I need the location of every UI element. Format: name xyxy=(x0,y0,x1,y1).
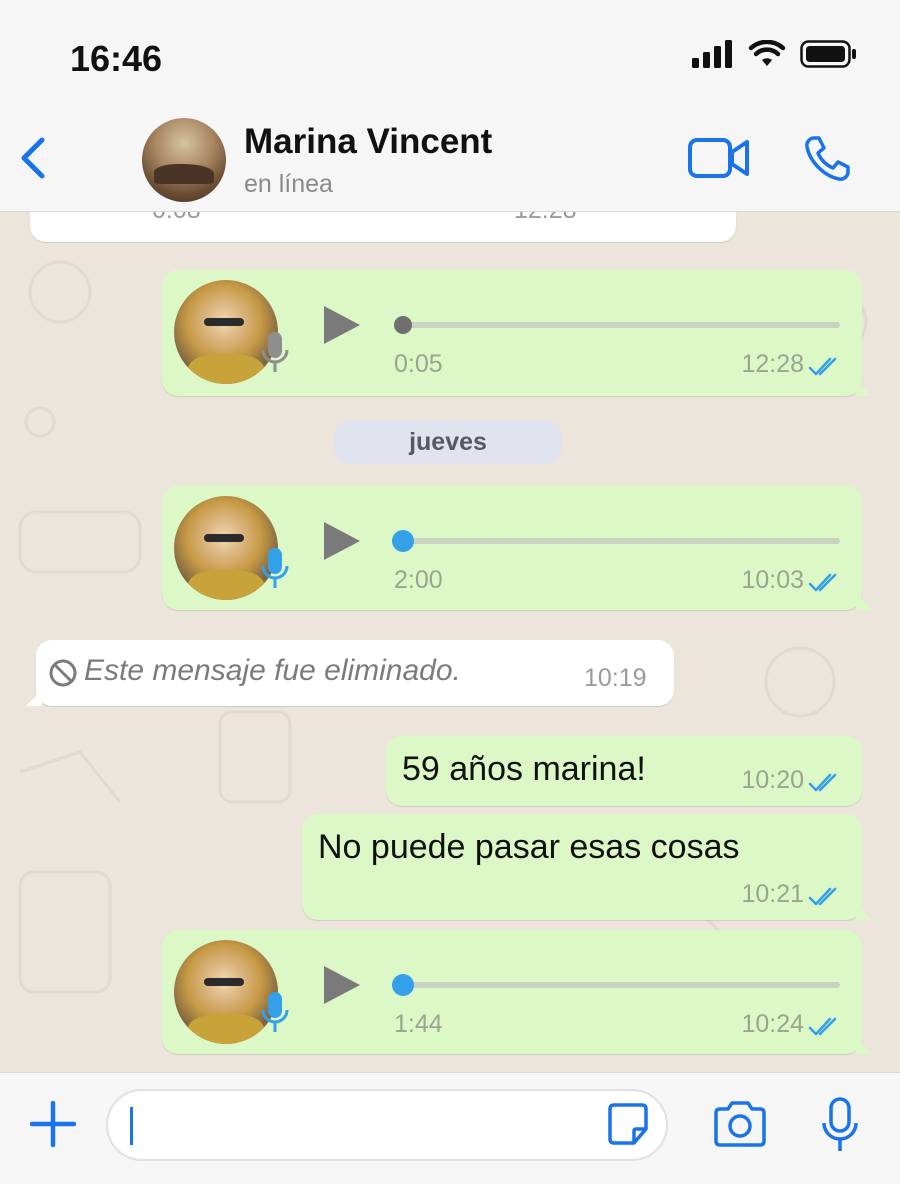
audio-progress-track[interactable] xyxy=(402,538,840,544)
message-time: 12:28 xyxy=(741,350,804,378)
microphone-icon xyxy=(261,992,289,1032)
voice-duration: 2:00 xyxy=(394,566,443,594)
double-check-icon xyxy=(808,357,837,376)
partial-duration: 0:08 xyxy=(152,212,201,225)
play-icon[interactable] xyxy=(322,304,362,346)
wifi-icon xyxy=(748,40,786,66)
double-check-icon xyxy=(808,773,837,792)
status-bar: 16:46 xyxy=(0,0,900,100)
message-time: 10:03 xyxy=(741,566,804,594)
double-check-icon xyxy=(808,887,837,906)
back-chevron-icon[interactable] xyxy=(14,134,50,182)
microphone-icon xyxy=(261,332,289,372)
voice-message[interactable]: 2:00 10:03 xyxy=(162,486,872,610)
double-check-icon xyxy=(808,573,837,592)
text-caret xyxy=(130,1107,133,1145)
contact-avatar[interactable] xyxy=(142,118,226,202)
audio-progress-knob[interactable] xyxy=(392,974,414,996)
message-input-bar xyxy=(0,1072,900,1184)
message-time: 10:19 xyxy=(584,664,647,692)
microphone-icon[interactable] xyxy=(820,1097,860,1153)
date-divider: jueves xyxy=(334,420,562,464)
blocked-icon xyxy=(49,659,77,687)
deleted-message-text: Este mensaje fue eliminado. xyxy=(84,654,461,687)
audio-progress-knob[interactable] xyxy=(392,530,414,552)
partial-voice-message[interactable]: 0:08 12:28 xyxy=(30,212,736,242)
battery-icon xyxy=(800,40,856,68)
phone-icon[interactable] xyxy=(804,134,856,182)
message-text: No puede pasar esas cosas xyxy=(318,828,740,866)
microphone-icon xyxy=(261,548,289,588)
message-time: 10:21 xyxy=(741,880,804,908)
signal-icon xyxy=(692,40,732,68)
contact-name[interactable]: Marina Vincent xyxy=(244,122,492,162)
status-time: 16:46 xyxy=(70,38,163,79)
message-text: 59 años marina! xyxy=(402,750,646,788)
audio-progress-track[interactable] xyxy=(402,982,840,988)
video-camera-icon[interactable] xyxy=(688,138,750,178)
play-icon[interactable] xyxy=(322,520,362,562)
text-message[interactable]: 59 años marina! 10:20 xyxy=(386,736,862,806)
message-time: 10:24 xyxy=(741,1010,804,1038)
message-input[interactable] xyxy=(106,1089,668,1161)
sticker-icon[interactable] xyxy=(604,1087,652,1163)
audio-progress-track[interactable] xyxy=(402,322,840,328)
contact-status: en línea xyxy=(244,170,333,198)
text-message[interactable]: No puede pasar esas cosas 10:21 xyxy=(302,814,872,920)
voice-duration: 0:05 xyxy=(394,350,443,378)
voice-message[interactable]: 1:44 10:24 xyxy=(162,930,872,1054)
plus-icon[interactable] xyxy=(30,1101,76,1147)
chat-header: Marina Vincent en línea xyxy=(0,100,900,212)
audio-progress-knob[interactable] xyxy=(394,316,412,334)
status-icons xyxy=(692,40,858,68)
double-check-icon xyxy=(808,1017,837,1036)
voice-duration: 1:44 xyxy=(394,1010,443,1038)
message-time: 10:20 xyxy=(741,766,804,794)
voice-message[interactable]: 0:05 12:28 xyxy=(162,270,872,396)
deleted-message[interactable]: Este mensaje fue eliminado. 10:19 xyxy=(26,640,674,706)
chat-area[interactable]: 0:08 12:28 0:05 12:28 jueves xyxy=(0,212,900,1072)
play-icon[interactable] xyxy=(322,964,362,1006)
camera-icon[interactable] xyxy=(712,1101,768,1147)
partial-time: 12:28 xyxy=(514,212,577,225)
